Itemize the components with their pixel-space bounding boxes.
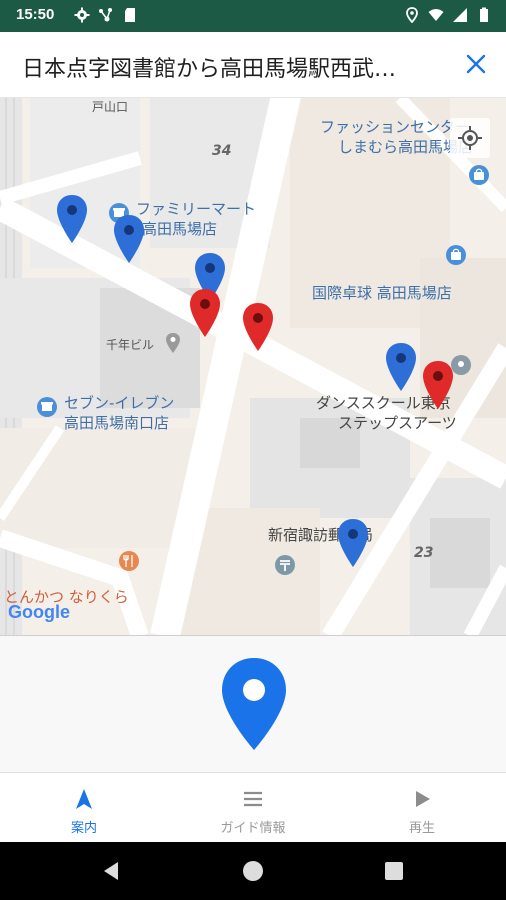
bottom-navigation: 案内 ガイド情報 再生 <box>0 772 506 842</box>
tab-play[interactable]: 再生 <box>338 773 506 843</box>
google-logo: Google <box>8 602 70 622</box>
tab-guide-label: 案内 <box>70 821 97 836</box>
map-label-seven-eleven-1[interactable]: セブン-イレブン <box>64 394 174 413</box>
map-pin-blue[interactable] <box>55 194 89 244</box>
home-icon[interactable] <box>241 859 265 883</box>
current-location-pin-icon[interactable] <box>218 656 290 752</box>
map-label-fashion-center-1[interactable]: ファッションセンター <box>320 118 470 137</box>
recents-icon[interactable] <box>382 859 406 883</box>
map-pin-blue[interactable] <box>384 342 418 392</box>
map-view[interactable]: 戸山口 34 ファッションセンター しまむら高田馬場店 ファミリーマート 高田馬… <box>0 98 506 636</box>
my-location-button[interactable] <box>450 118 490 158</box>
tab-play-label: 再生 <box>408 821 435 836</box>
store-icon-seven-eleven[interactable] <box>36 396 58 418</box>
network-icon <box>99 8 112 22</box>
map-label-kokusai-takkyu[interactable]: 国際卓球 高田馬場店 <box>312 284 452 303</box>
close-icon[interactable] <box>464 52 488 76</box>
tab-guide-info[interactable]: ガイド情報 <box>169 773 337 843</box>
map-label-seven-eleven-2[interactable]: 高田馬場南口店 <box>64 414 169 433</box>
wifi-icon <box>428 9 444 21</box>
battery-icon <box>480 7 488 22</box>
page-title: 日本点字図書館から高田馬場駅西武… <box>22 57 397 82</box>
navigation-arrow-icon <box>76 789 92 809</box>
menu-icon <box>244 791 262 807</box>
shopping-bag-icon[interactable] <box>468 164 490 186</box>
current-location-panel <box>0 636 506 772</box>
back-icon[interactable] <box>100 859 124 883</box>
play-icon <box>416 791 430 807</box>
signal-icon <box>453 8 467 22</box>
restaurant-icon[interactable] <box>118 550 140 572</box>
map-label-dance-school-2[interactable]: ステップスアーツ <box>338 414 457 433</box>
place-marker-icon[interactable] <box>162 332 184 354</box>
map-pin-blue[interactable] <box>112 214 146 264</box>
tab-guide-info-label: ガイド情報 <box>220 821 286 836</box>
map-pin-blue[interactable] <box>336 518 370 568</box>
status-bar: 15:50 <box>0 0 506 32</box>
system-navigation-bar <box>0 842 506 900</box>
map-label-sennen-bldg: 千年ビル <box>106 338 155 352</box>
map-label-block34: 34 <box>212 143 232 159</box>
map-label-toyamaguchi: 戸山口 <box>92 100 129 114</box>
location-icon <box>406 7 418 23</box>
map-pin-red[interactable] <box>421 360 455 410</box>
map-label-block23: 23 <box>414 545 434 561</box>
tab-guide[interactable]: 案内 <box>0 773 168 843</box>
map-pin-red[interactable] <box>241 302 275 352</box>
post-office-icon[interactable] <box>274 554 296 576</box>
map-pin-red[interactable] <box>188 288 222 338</box>
status-time: 15:50 <box>16 6 55 23</box>
map-label-familymart-1[interactable]: ファミリーマート <box>136 200 256 219</box>
shopping-bag-icon[interactable] <box>445 244 467 266</box>
header: 日本点字図書館から高田馬場駅西武… <box>0 32 506 98</box>
crosshair-icon <box>458 126 482 150</box>
map-label-familymart-2[interactable]: 高田馬場店 <box>142 220 217 239</box>
gear-icon <box>74 7 90 23</box>
sd-card-icon <box>125 8 135 22</box>
